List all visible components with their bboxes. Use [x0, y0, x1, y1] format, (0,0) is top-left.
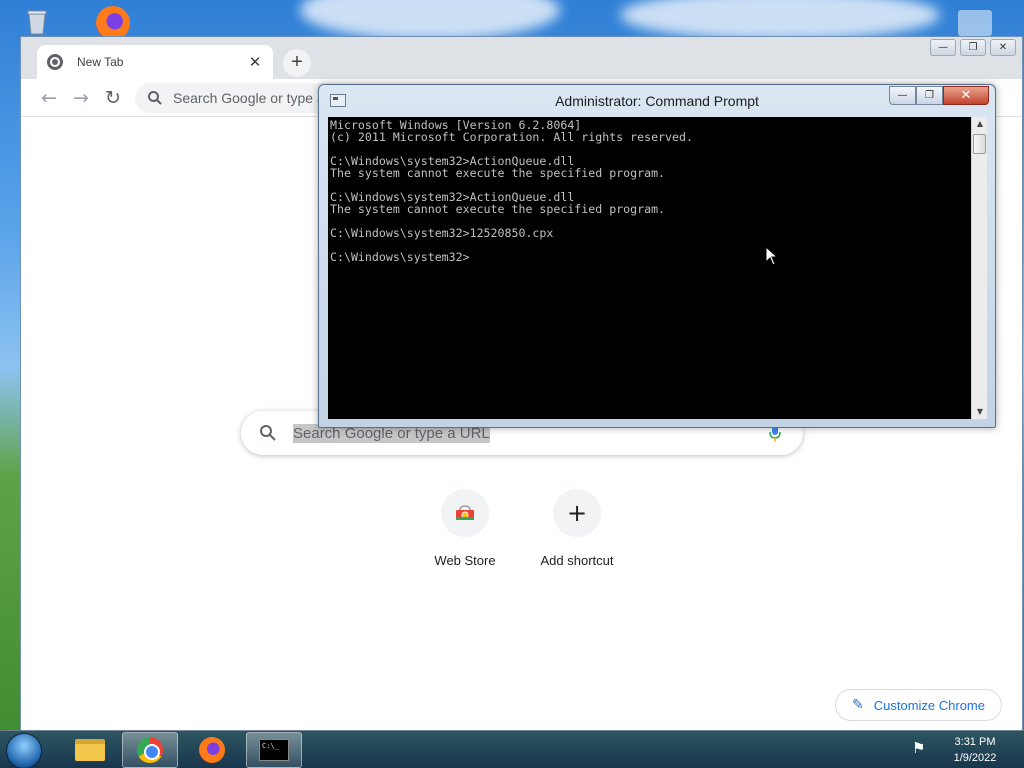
shortcut-add[interactable]: + Add shortcut [521, 489, 633, 568]
pencil-icon: ✎ [852, 697, 864, 713]
recycle-bin-icon[interactable] [22, 6, 52, 36]
start-button[interactable] [6, 733, 42, 768]
taskbar-command-prompt[interactable]: C:\_ [246, 732, 302, 768]
forward-button[interactable]: → [69, 86, 93, 110]
command-prompt-window: Administrator: Command Prompt — ❐ ✕ Micr… [318, 84, 996, 428]
customize-chrome-label: Customize Chrome [873, 697, 985, 713]
clock-date: 1/9/2022 [953, 752, 997, 764]
shortcut-label: Web Store [434, 553, 496, 568]
new-tab-button[interactable]: + [283, 49, 311, 77]
cmd-minimize-button[interactable]: — [889, 86, 916, 105]
maximize-button[interactable]: ❐ [960, 39, 986, 56]
shortcut-web-store[interactable]: Web Store [409, 489, 521, 568]
console-line: (c) 2011 Microsoft Corporation. All righ… [330, 130, 693, 144]
system-clock[interactable]: 3:31 PM 1/9/2022 [940, 734, 1010, 766]
tab-strip: New Tab ✕ + — ❐ ✕ [21, 37, 1022, 79]
command-prompt-icon: C:\_ [259, 739, 289, 761]
minimize-button[interactable]: — [930, 39, 956, 56]
tab-new-tab[interactable]: New Tab ✕ [37, 45, 273, 79]
mouse-cursor-icon [765, 245, 779, 271]
clock-time: 3:31 PM [954, 736, 996, 748]
plus-icon: + [553, 489, 601, 537]
taskbar-file-explorer[interactable] [62, 732, 118, 768]
chrome-icon [137, 737, 163, 763]
close-tab-icon[interactable]: ✕ [247, 53, 263, 71]
taskbar-chrome[interactable] [122, 732, 178, 768]
cmd-window-controls: — ❐ ✕ [889, 86, 989, 105]
back-button[interactable]: ← [37, 86, 61, 110]
console-line: C:\Windows\system32> [330, 250, 470, 264]
cmd-title-bar[interactable]: Administrator: Command Prompt — ❐ ✕ [319, 85, 995, 117]
close-button[interactable]: ✕ [990, 39, 1016, 56]
tab-title: New Tab [77, 55, 124, 69]
cmd-scrollbar[interactable]: ▲ ▼ [971, 117, 987, 419]
reload-button[interactable]: ↻ [101, 86, 125, 110]
search-icon [259, 424, 277, 442]
desktop-cloud [300, 0, 560, 40]
webstore-icon [441, 489, 489, 537]
scroll-thumb[interactable] [973, 134, 986, 154]
taskbar: C:\_ ⚑ 3:31 PM 1/9/2022 [0, 730, 1024, 768]
cmd-close-button[interactable]: ✕ [943, 86, 989, 105]
firefox-icon [199, 737, 225, 763]
action-center-flag-icon[interactable]: ⚑ [912, 739, 930, 759]
folder-icon [75, 739, 105, 761]
firefox-desktop-icon[interactable] [96, 6, 138, 40]
chrome-favicon-icon [47, 54, 63, 70]
desktop-cloud [620, 0, 940, 40]
console-line: C:\Windows\system32>12520850.cpx [330, 226, 554, 240]
scroll-down-arrow-icon[interactable]: ▼ [972, 405, 988, 419]
console-line: The system cannot execute the specified … [330, 166, 666, 180]
customize-chrome-button[interactable]: ✎ Customize Chrome [835, 689, 1002, 721]
chrome-window-controls: — ❐ ✕ [930, 39, 1016, 56]
shortcut-label: Add shortcut [540, 553, 614, 568]
cmd-console-output[interactable]: Microsoft Windows [Version 6.2.8064] (c) … [328, 117, 971, 419]
scroll-up-arrow-icon[interactable]: ▲ [972, 117, 988, 131]
cmd-maximize-button[interactable]: ❐ [916, 86, 943, 105]
search-icon [147, 90, 163, 106]
desktop-file-icon[interactable] [958, 10, 992, 36]
console-line: The system cannot execute the specified … [330, 202, 666, 216]
taskbar-firefox[interactable] [184, 732, 240, 768]
